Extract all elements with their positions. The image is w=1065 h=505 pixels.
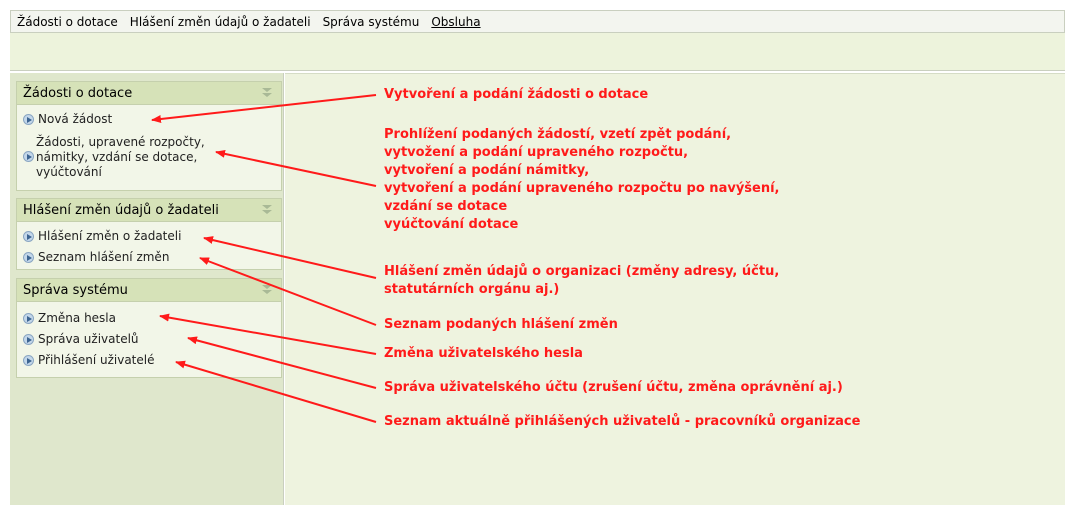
annotation-text: Správa uživatelského účtu (zrušení účtu,… bbox=[384, 380, 843, 395]
annotation-arrow bbox=[151, 94, 377, 123]
annotation-line: vytvoření a podání upraveného rozpočtu p… bbox=[384, 181, 780, 196]
annotation-arrow bbox=[187, 336, 377, 389]
annotation-arrow bbox=[203, 236, 377, 279]
annotation-line: Prohlížení podaných žádostí, vzetí zpět … bbox=[384, 127, 732, 142]
annotation-text-block: Prohlížení podaných žádostí, vzetí zpět … bbox=[384, 126, 780, 234]
annotation-arrow bbox=[175, 360, 377, 423]
annotation-line: Hlášení změn údajů o organizaci (změny a… bbox=[384, 264, 780, 279]
annotation-line: vyúčtování dotace bbox=[384, 217, 519, 232]
annotation-text: Vytvoření a podání žádosti o dotace bbox=[384, 87, 649, 102]
annotation-line: statutárních orgánu aj.) bbox=[384, 282, 560, 297]
annotation-text: Seznam podaných hlášení změn bbox=[384, 317, 618, 332]
annotation-text: Seznam aktuálně přihlášených uživatelů -… bbox=[384, 414, 861, 429]
annotation-line: vytvoření a podání námitky, bbox=[384, 163, 590, 178]
annotation-text: Změna uživatelského hesla bbox=[384, 346, 583, 361]
annotation-arrow bbox=[215, 149, 377, 187]
annotation-line: vytvožení a podání upraveného rozpočtu, bbox=[384, 145, 689, 160]
annotation-arrow bbox=[199, 257, 377, 326]
annotation-line: vzdání se dotace bbox=[384, 199, 508, 214]
annotation-arrow bbox=[159, 313, 377, 355]
annotation-text-block: Hlášení změn údajů o organizaci (změny a… bbox=[384, 263, 779, 299]
